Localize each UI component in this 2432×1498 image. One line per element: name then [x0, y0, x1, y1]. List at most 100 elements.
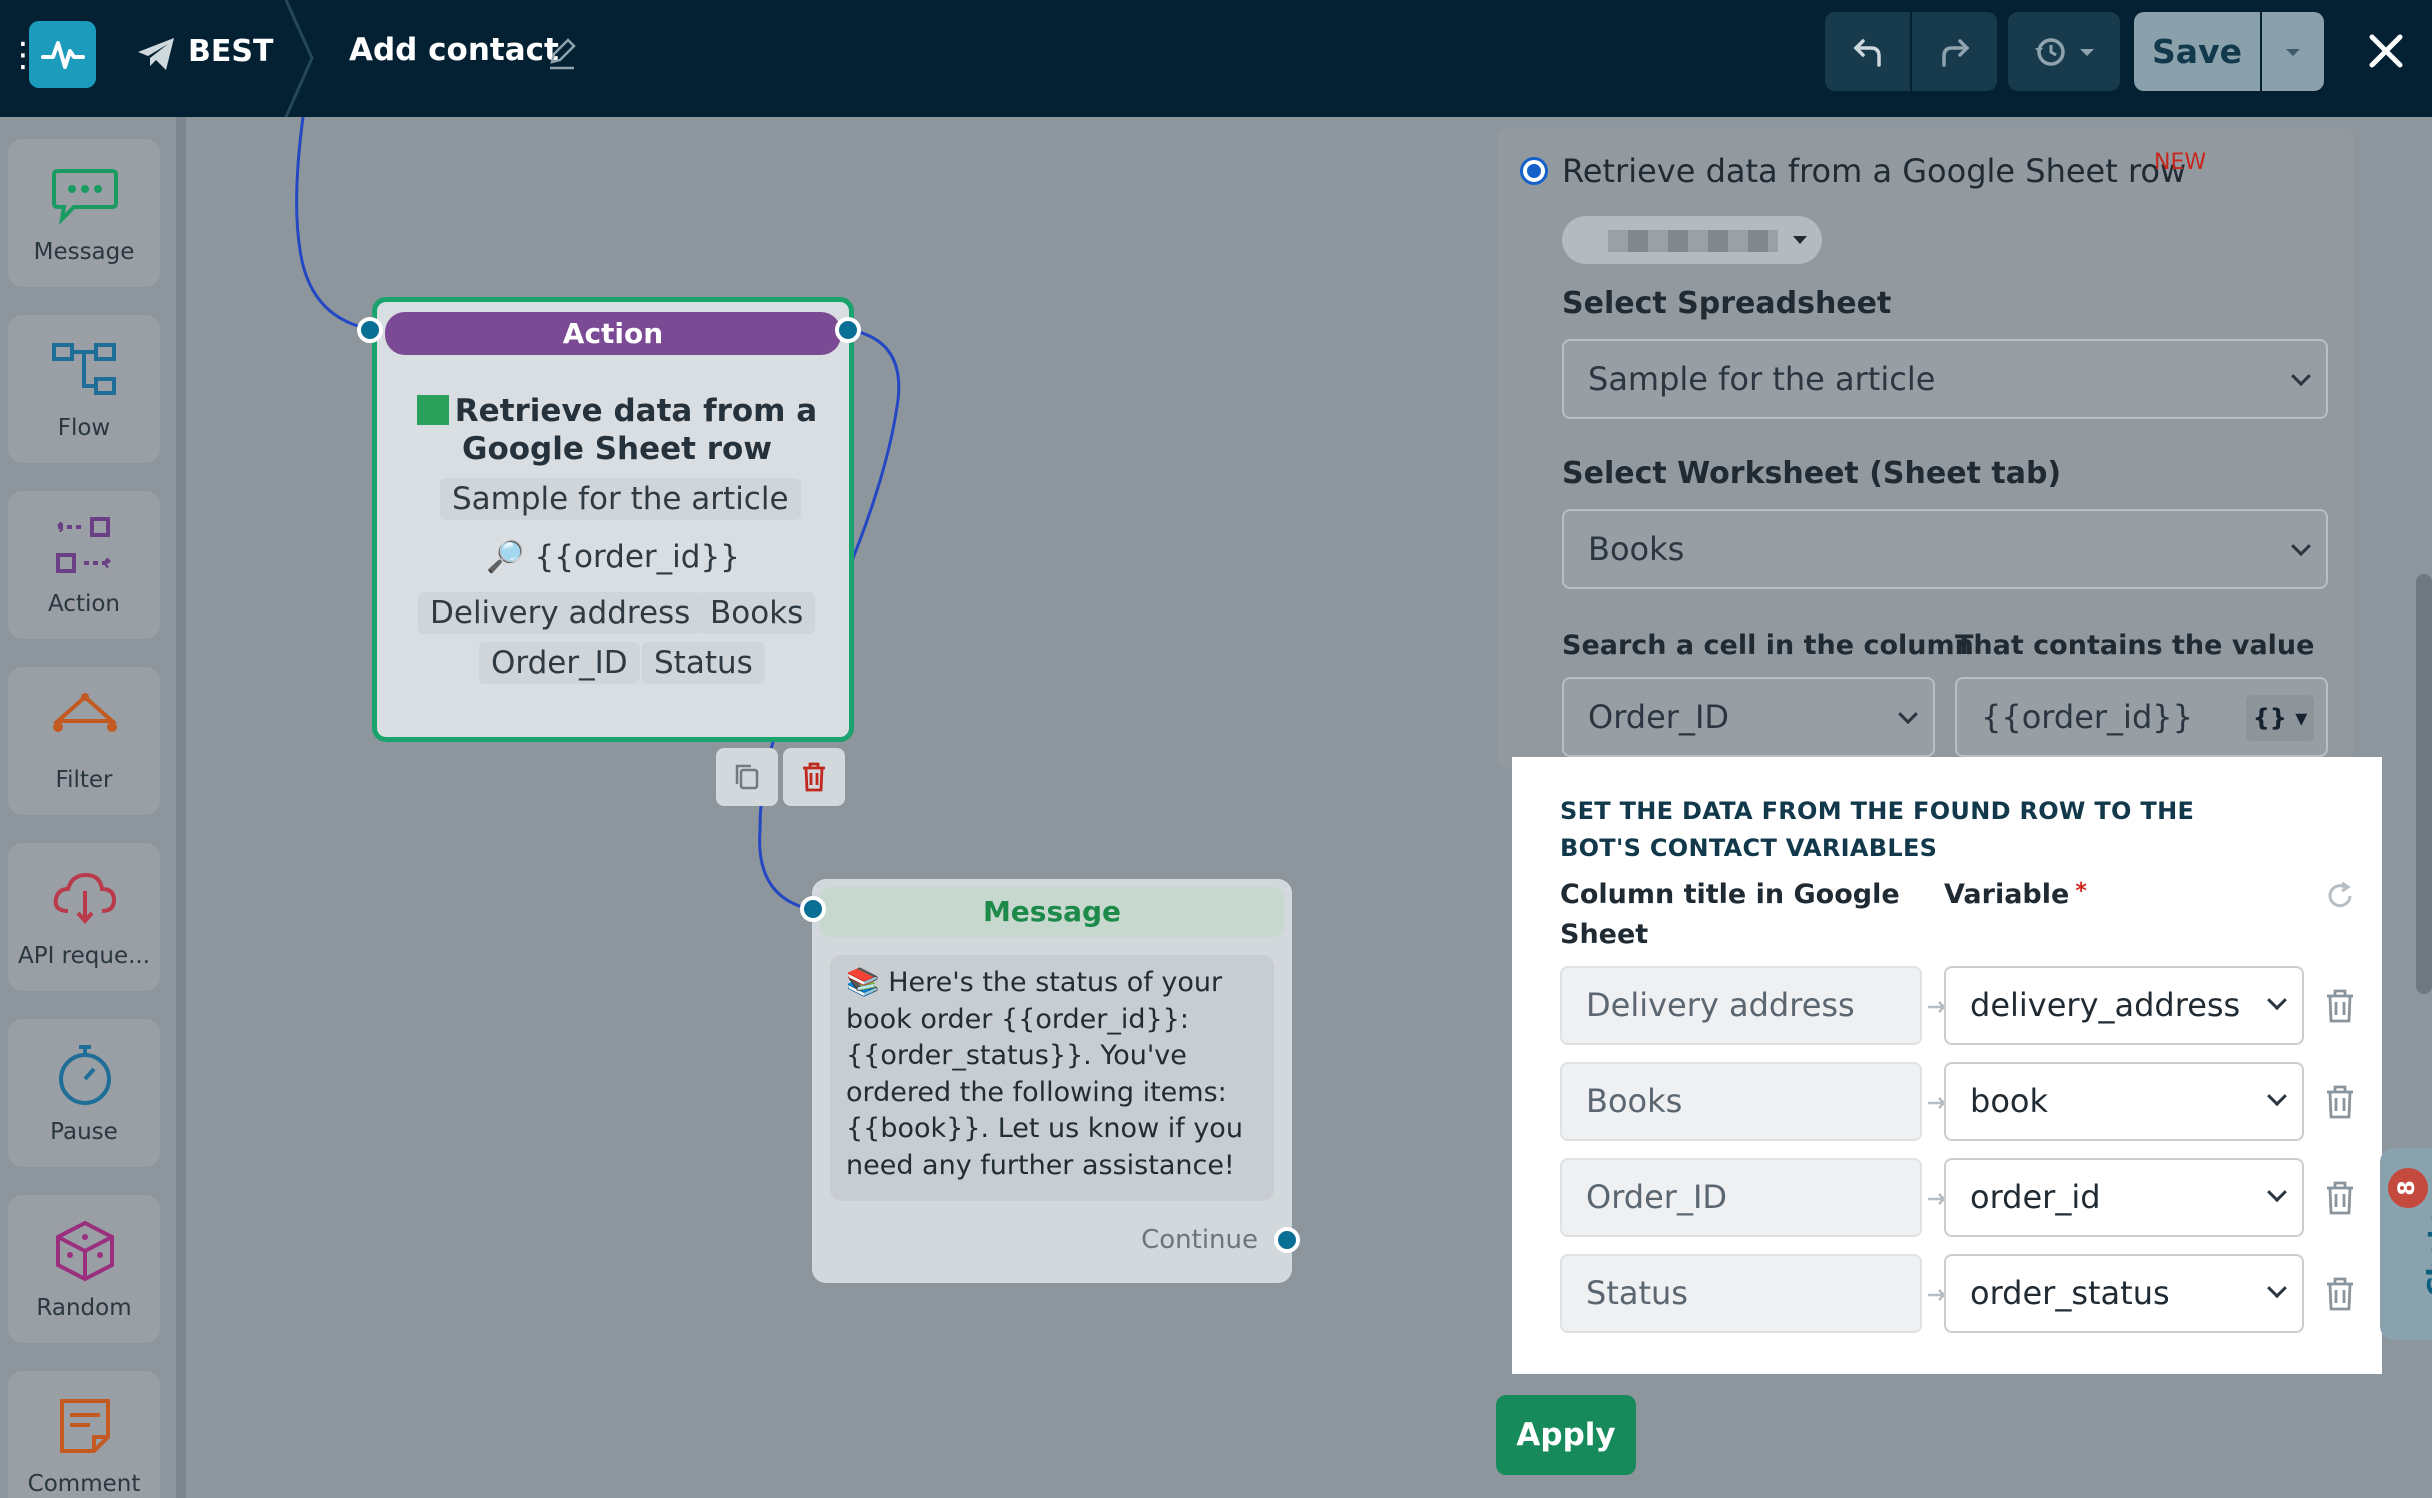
tool-label: Flow [57, 415, 111, 441]
undo-button[interactable] [1825, 12, 1910, 91]
variable-select[interactable]: order_status [1944, 1254, 2304, 1333]
trash-icon[interactable] [2324, 989, 2356, 1023]
tool-label: Action [47, 591, 121, 617]
variable-header-text: Variable [1944, 879, 2070, 910]
tool-label: Comment [27, 1471, 141, 1497]
tool-flow[interactable]: Flow [8, 315, 160, 463]
api-cloud-icon [53, 872, 117, 925]
column-chip: Status [642, 642, 765, 684]
close-icon[interactable] [2362, 27, 2410, 75]
column-chip: Books [698, 592, 816, 634]
input-connector[interactable] [800, 896, 826, 922]
action-node[interactable]: Action Retrieve data from a Google Sheet… [372, 297, 854, 742]
tool-label: Random [36, 1295, 132, 1321]
chevron-down-icon [2286, 48, 2300, 56]
tool-label: Message [33, 239, 135, 265]
tool-action[interactable]: Action [8, 491, 160, 639]
search-value-text: {{order_id}} [534, 539, 740, 575]
undo-icon [1853, 38, 1881, 67]
refresh-icon[interactable] [2325, 881, 2355, 911]
spreadsheet-select-value: Sample for the article [1588, 360, 1936, 398]
duplicate-button[interactable] [716, 748, 778, 806]
history-button[interactable] [2008, 12, 2120, 91]
sheet-column-field: Books [1560, 1062, 1922, 1141]
chats-label: Chats [2422, 1210, 2432, 1297]
tool-message[interactable]: Message [8, 139, 160, 287]
chevron-down-icon [2267, 1181, 2287, 1202]
worksheet-select[interactable]: Books [1562, 509, 2328, 589]
tool-api-request[interactable]: API reque... [8, 843, 160, 991]
trash-icon[interactable] [2324, 1181, 2356, 1215]
tool-label: API reque... [17, 943, 151, 969]
sheet-column-field: Status [1560, 1254, 1922, 1333]
message-node-header: Message [820, 887, 1284, 937]
worksheet-label: Select Worksheet (Sheet tab) [1562, 456, 2062, 491]
chevron-down-icon [2267, 1277, 2287, 1298]
spreadsheet-select[interactable]: Sample for the article [1562, 339, 2328, 419]
delete-node-button[interactable] [783, 748, 845, 806]
tool-filter[interactable]: Filter [8, 667, 160, 815]
trash-icon [803, 762, 825, 792]
continue-label: Continue [1141, 1225, 1258, 1255]
action-type-radio[interactable] [1520, 157, 1548, 185]
mapping-section: SET THE DATA FROM THE FOUND ROW TO THE B… [1512, 757, 2382, 1374]
sidebar-scrollbar[interactable] [176, 117, 186, 1498]
new-badge: NEW [2154, 150, 2207, 175]
apply-button[interactable]: Apply [1496, 1395, 1636, 1475]
chevron-down-icon [2267, 1085, 2287, 1106]
variable-select-value: order_status [1970, 1274, 2170, 1312]
top-bar: ⋮ BEST Add contact Save [0, 0, 2432, 117]
variable-select-value: delivery_address [1970, 986, 2241, 1024]
variable-select[interactable]: book [1944, 1062, 2304, 1141]
chevron-down-icon [2291, 366, 2311, 387]
variable-select[interactable]: delivery_address [1944, 966, 2304, 1045]
action-node-title: Retrieve data from a Google Sheet row [407, 392, 827, 468]
flow-title[interactable]: Add contact [349, 32, 559, 68]
braces-icon: {} [2252, 704, 2287, 732]
chevron-down-icon [1793, 236, 1807, 244]
column-chip: Order_ID [479, 642, 640, 684]
save-button[interactable]: Save [2134, 12, 2260, 91]
contains-value-text: {{order_id}} [1981, 698, 2193, 736]
message-node[interactable]: Message 📚 Here's the status of your book… [812, 879, 1292, 1283]
panel-scrollbar[interactable] [2416, 574, 2432, 994]
action-type-label[interactable]: Retrieve data from a Google Sheet row [1562, 152, 2186, 190]
trash-icon[interactable] [2324, 1085, 2356, 1119]
variable-header: Variable * [1944, 879, 2087, 910]
stopwatch-icon [59, 1045, 111, 1105]
chat-bubble-icon [52, 169, 118, 225]
trash-icon[interactable] [2324, 1277, 2356, 1311]
chevron-down-icon [2080, 48, 2094, 56]
contains-value-input[interactable]: {{order_id}} {} ▾ [1955, 677, 2328, 757]
spreadsheet-chip: Sample for the article [440, 478, 801, 520]
contains-value-label: That contains the value [1955, 630, 2315, 661]
chats-tab[interactable]: 8 Chats [2380, 1148, 2432, 1340]
logo-pulse-icon[interactable] [29, 21, 96, 88]
output-connector[interactable] [835, 317, 861, 343]
magnifier-icon: 🔎 [486, 539, 525, 575]
save-options-button[interactable] [2262, 12, 2324, 91]
edit-pencil-icon[interactable] [546, 36, 578, 72]
continue-connector[interactable] [1274, 1227, 1300, 1253]
chevron-down-icon [2291, 536, 2311, 557]
action-node-header: Action [385, 312, 841, 355]
tool-pause[interactable]: Pause [8, 1019, 160, 1167]
variable-select-value: book [1970, 1082, 2048, 1120]
tool-label: Pause [50, 1119, 118, 1145]
variable-select[interactable]: order_id [1944, 1158, 2304, 1237]
variable-picker-button[interactable]: {} ▾ [2246, 695, 2314, 741]
tools-sidebar: Message Flow Action Filter API reque... … [0, 117, 185, 1498]
redo-button[interactable] [1912, 12, 1997, 91]
input-connector[interactable] [357, 317, 383, 343]
bot-name[interactable]: BEST [188, 34, 273, 69]
tool-random[interactable]: Random [8, 1195, 160, 1343]
copy-icon [735, 764, 759, 790]
tool-comment[interactable]: Comment [8, 1371, 160, 1498]
worksheet-select-value: Books [1588, 530, 1685, 568]
dice-icon [56, 1220, 114, 1282]
search-column-select[interactable]: Order_ID [1562, 677, 1935, 757]
redo-icon [1941, 38, 1969, 67]
column-chip: Delivery address [418, 592, 703, 634]
google-account-select[interactable] [1562, 216, 1822, 264]
required-mark: * [2075, 879, 2087, 904]
